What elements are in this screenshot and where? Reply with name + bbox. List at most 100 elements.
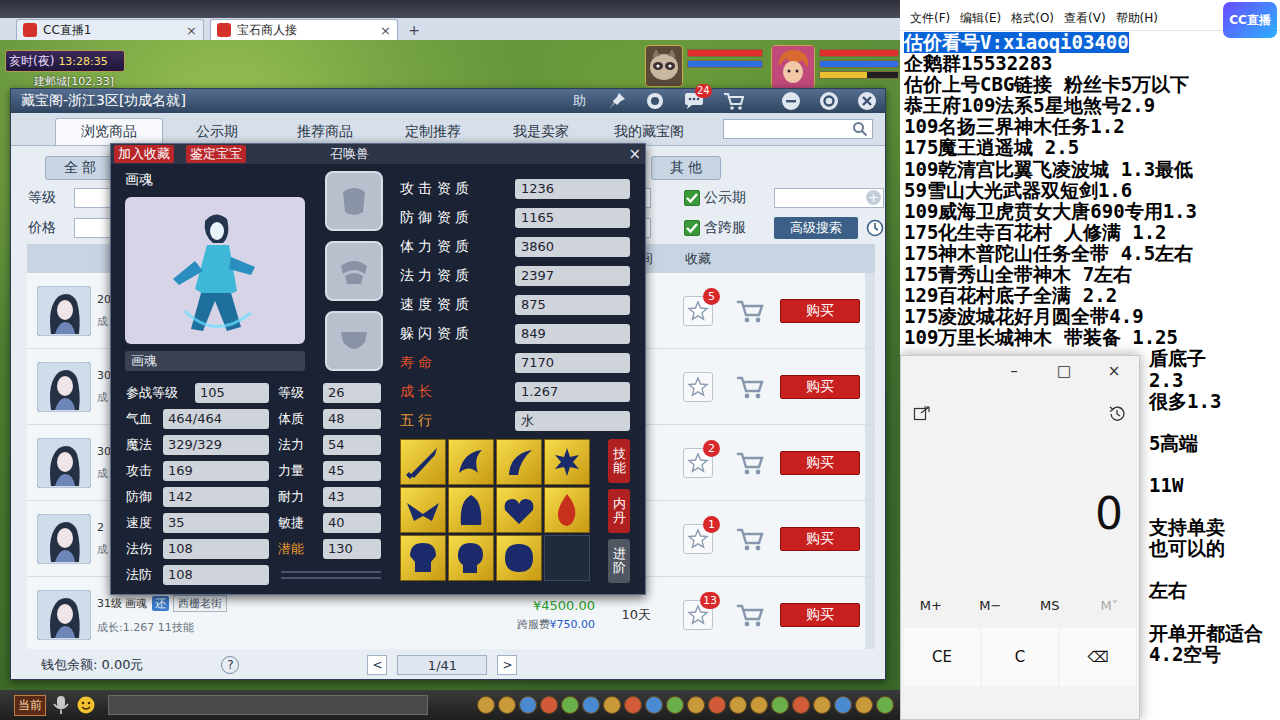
search-icon[interactable] [852,121,868,137]
previous-page-button[interactable]: < [367,655,387,675]
side-tab-button[interactable]: 进阶 [608,539,630,583]
cart-icon[interactable] [735,525,765,553]
function-icon[interactable] [498,696,516,714]
memory-button[interactable]: M− [961,598,1021,613]
function-icon[interactable] [855,696,873,714]
scrollbar-track[interactable] [865,349,875,424]
message-button[interactable]: 24 [683,92,705,110]
menu-item[interactable]: 文件(F) [910,10,950,27]
side-tab-button[interactable]: 技能 [608,439,630,483]
function-icon[interactable] [477,696,495,714]
shop-tab[interactable]: 推荐商品 [271,118,379,145]
pet-portrait-icon[interactable] [645,45,683,87]
skill-slot[interactable] [496,487,542,533]
player-portrait-icon[interactable] [771,45,815,89]
function-icon[interactable] [792,696,810,714]
clock-icon[interactable] [866,219,884,237]
function-icon[interactable] [708,696,726,714]
pet-avatar-icon[interactable] [37,362,91,412]
checkbox-box[interactable] [684,190,700,206]
chat-input[interactable] [108,695,428,715]
memory-button[interactable]: M+ [901,598,961,613]
function-icon[interactable] [624,696,642,714]
help-button[interactable]: ? [221,656,239,674]
emoji-icon[interactable] [76,695,96,715]
record-icon[interactable] [645,91,665,111]
memory-button[interactable]: MS [1020,598,1080,613]
function-icon[interactable] [876,696,894,714]
menu-item[interactable]: 查看(V) [1064,10,1106,27]
memory-button[interactable]: M˅ [1080,598,1140,613]
checkbox[interactable]: 含跨服 [684,219,746,237]
page-number[interactable]: 1/41 [397,655,487,675]
close-icon[interactable] [857,91,877,111]
function-icon[interactable] [561,696,579,714]
publicity-input[interactable]: + [774,188,884,208]
shop-tab[interactable]: 我的藏宝阁 [595,118,703,145]
category-all-button[interactable]: 全 部 [45,156,115,180]
cart-icon[interactable] [735,297,765,325]
cart-icon[interactable] [735,449,765,477]
settings-icon[interactable] [819,91,839,111]
cart-icon[interactable] [735,373,765,401]
microphone-icon[interactable] [52,695,70,715]
skill-slot[interactable] [544,535,590,581]
function-icon[interactable] [813,696,831,714]
browser-tab[interactable]: 宝石商人接× [210,19,398,40]
shop-tab[interactable]: 我是卖家 [487,118,595,145]
tab-close-button[interactable]: × [380,23,391,38]
equipment-slot[interactable] [325,241,383,301]
calculator-key[interactable]: ⌫ [1060,628,1136,686]
checkbox-box[interactable] [684,220,700,236]
skill-slot[interactable] [400,439,446,485]
skill-slot[interactable] [448,535,494,581]
next-page-button[interactable]: > [497,655,517,675]
history-icon[interactable] [1107,404,1127,424]
function-icon[interactable] [519,696,537,714]
scrollbar-track[interactable] [865,273,875,348]
window-control-button[interactable]: □ [1039,362,1089,380]
function-icon[interactable] [666,696,684,714]
favorite-button[interactable] [683,372,713,402]
function-icon[interactable] [834,696,852,714]
function-icon[interactable] [582,696,600,714]
equipment-slot[interactable] [325,171,383,231]
buy-button[interactable]: 购买 [780,299,860,323]
cart-icon[interactable] [735,601,765,629]
buy-button[interactable]: 购买 [780,451,860,475]
skill-slot[interactable] [448,439,494,485]
pet-avatar-icon[interactable] [37,590,91,640]
tab-close-button[interactable]: × [186,23,197,38]
window-control-button[interactable]: × [1089,362,1139,380]
buy-button[interactable]: 购买 [780,375,860,399]
skill-slot[interactable] [544,439,590,485]
scrollbar-track[interactable] [865,501,875,576]
skill-slot[interactable] [544,487,590,533]
skill-slot[interactable] [496,439,542,485]
function-icon[interactable] [603,696,621,714]
appraise-button[interactable]: 鉴定宝宝 [186,145,246,163]
window-control-button[interactable]: – [989,362,1039,380]
favorite-button[interactable]: 5 [683,296,713,326]
side-tab-button[interactable]: 内丹 [608,489,630,533]
function-icon[interactable] [729,696,747,714]
calculator-key[interactable]: CE [904,628,980,686]
function-icon[interactable] [540,696,558,714]
favorite-button[interactable]: 2 [683,448,713,478]
scrollbar-track[interactable] [865,577,875,649]
add-favorite-button[interactable]: 加入收藏 [114,145,174,163]
buy-button[interactable]: 购买 [780,527,860,551]
advanced-search-button[interactable]: 高级搜索 [774,217,858,239]
function-icon[interactable] [687,696,705,714]
shop-tab[interactable]: 定制推荐 [379,118,487,145]
pet-avatar-icon[interactable] [37,438,91,488]
shop-tab[interactable]: 公示期 [163,118,271,145]
menu-item[interactable]: 编辑(E) [960,10,1001,27]
new-tab-button[interactable]: + [404,20,424,40]
scrollbar-track[interactable] [865,425,875,500]
equipment-slot[interactable] [325,311,383,371]
skill-slot[interactable] [400,535,446,581]
keep-on-top-icon[interactable] [913,405,931,423]
pet-avatar-icon[interactable] [37,514,91,564]
skill-slot[interactable] [448,487,494,533]
